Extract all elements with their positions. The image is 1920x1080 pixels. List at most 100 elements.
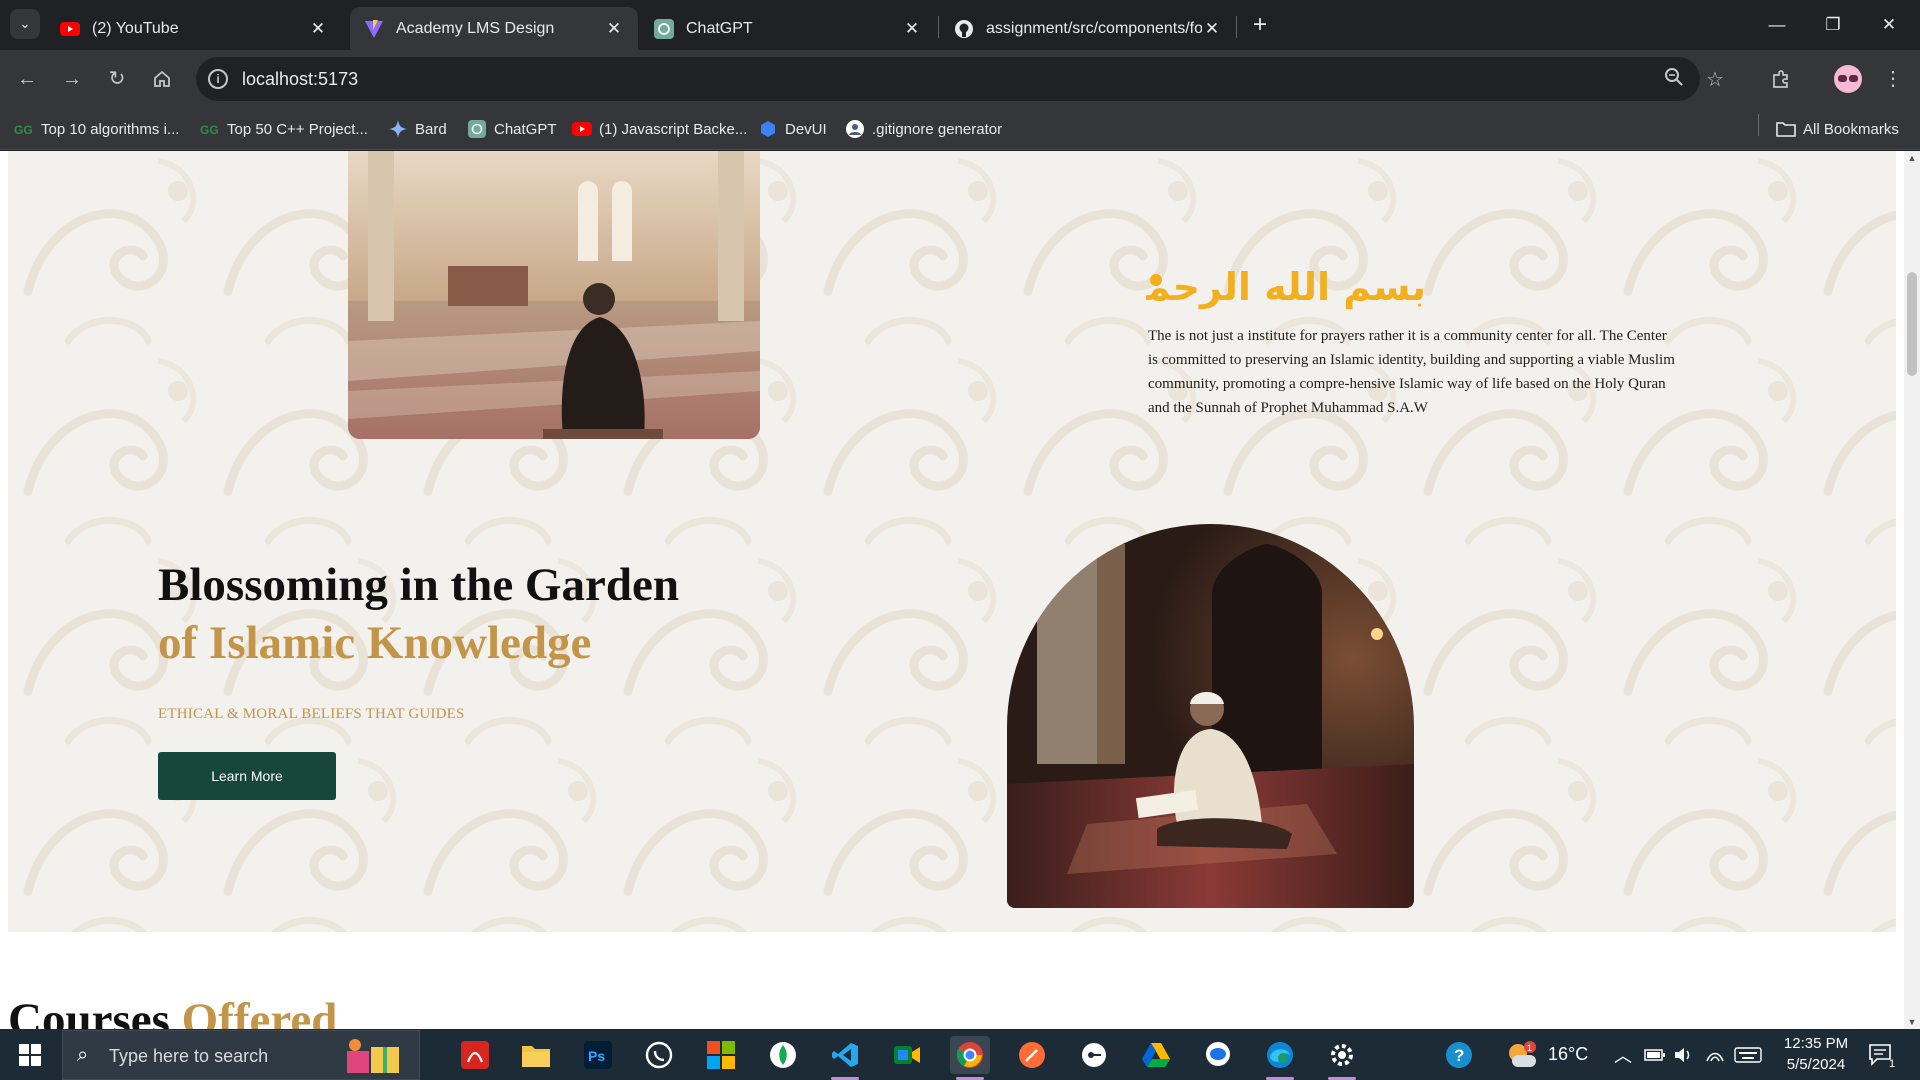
office-app-icon[interactable]	[701, 1036, 741, 1074]
svg-text:1: 1	[1527, 1043, 1532, 1053]
volume-icon[interactable]	[1673, 1029, 1695, 1080]
svg-text:GG: GG	[14, 123, 33, 135]
weather-temp: 16°C	[1548, 1044, 1589, 1064]
chrome-app-icon[interactable]	[950, 1036, 990, 1080]
tab-github[interactable]: assignment/src/components/fo ✕	[940, 7, 1236, 50]
bookmark-item[interactable]: Bard	[388, 117, 447, 141]
close-icon[interactable]: ✕	[1202, 19, 1222, 39]
youtube-icon	[60, 19, 80, 39]
battery-icon[interactable]	[1644, 1029, 1666, 1080]
keyboard-icon[interactable]	[1734, 1029, 1762, 1080]
weather-widget[interactable]: 1 16°C	[1506, 1029, 1588, 1080]
address-bar[interactable]: i localhost:5173 ☆	[196, 57, 1724, 101]
restore-button[interactable]: ❐	[1818, 10, 1848, 40]
tab-strip: ⌄ (2) YouTube ✕ Academy LMS Design ✕ Cha…	[0, 0, 1920, 50]
mosque-prayer-photo	[348, 151, 760, 439]
new-tab-button[interactable]: +	[1246, 11, 1274, 39]
tab-youtube[interactable]: (2) YouTube ✕	[46, 7, 342, 50]
floral-pattern-background	[8, 151, 1896, 932]
menu-kebab-icon[interactable]: ⋮	[1878, 64, 1908, 94]
zoom-icon[interactable]	[1664, 67, 1684, 93]
scroll-up-arrow-icon[interactable]: ▲	[1904, 151, 1920, 165]
all-bookmarks[interactable]: All Bookmarks	[1776, 117, 1899, 141]
svg-text:بسم الله الرحمن الرحيم: بسم الله الرحمن الرحيم	[1146, 265, 1426, 310]
bookmark-item[interactable]: .gitignore generator	[845, 117, 1002, 141]
page-viewport: بسم الله الرحمن الرحيم The is not just a…	[0, 151, 1920, 1029]
meet-app-icon[interactable]	[887, 1036, 927, 1074]
svg-text:1: 1	[1889, 1058, 1895, 1068]
hero-section: بسم الله الرحمن الرحيم The is not just a…	[8, 151, 1896, 932]
profile-avatar[interactable]	[1834, 65, 1862, 93]
settings-app-icon[interactable]	[1322, 1036, 1362, 1080]
bookmark-star-icon[interactable]: ☆	[1706, 67, 1724, 92]
messenger-app-icon[interactable]	[1198, 1036, 1238, 1074]
bookmark-item[interactable]: GG Top 10 algorithms i...	[14, 117, 179, 141]
bookmark-item[interactable]: GG Top 50 C++ Project...	[200, 117, 368, 141]
hero-title-line1: Blossoming in the Garden	[158, 559, 679, 611]
home-icon	[154, 70, 170, 87]
file-explorer-app-icon[interactable]	[516, 1036, 556, 1074]
google-drive-app-icon[interactable]	[1136, 1036, 1176, 1074]
arrow-right-icon: →	[62, 68, 82, 90]
extensions-icon[interactable]	[1766, 64, 1796, 94]
tab-divider	[938, 16, 939, 38]
whatsapp-app-icon[interactable]	[639, 1036, 679, 1074]
courses-heading: Courses Offered	[8, 994, 338, 1029]
tab-search-button[interactable]: ⌄	[10, 9, 40, 39]
help-icon[interactable]: ?	[1444, 1029, 1474, 1080]
postman-app-icon[interactable]	[1012, 1036, 1052, 1074]
nodejs-app-icon[interactable]	[1074, 1036, 1114, 1074]
bookmark-item[interactable]: ChatGPT	[467, 117, 557, 141]
gift-icon	[347, 1039, 399, 1073]
photoshop-app-icon[interactable]: Ps	[578, 1036, 618, 1074]
back-button[interactable]: ←	[12, 64, 42, 94]
github-icon	[954, 19, 974, 39]
reload-button[interactable]: ↻	[102, 64, 132, 94]
edge-app-icon[interactable]	[1260, 1036, 1300, 1080]
learn-more-button[interactable]: Learn More	[158, 752, 336, 800]
svg-text:Ps: Ps	[588, 1048, 605, 1064]
tab-title: assignment/src/components/fo	[986, 19, 1202, 37]
search-placeholder: Type here to search	[109, 1046, 269, 1066]
bookmark-item[interactable]: (1) Javascript Backe...	[572, 117, 747, 141]
tab-chatgpt[interactable]: ChatGPT ✕	[640, 7, 936, 50]
browser-toolbar: ← → ↻ i localhost:5173 ☆ ⋮	[0, 50, 1920, 108]
forward-button[interactable]: →	[57, 64, 87, 94]
gitignore-icon	[845, 120, 865, 138]
scroll-down-arrow-icon[interactable]: ▼	[1904, 1015, 1920, 1029]
tab-title: Academy LMS Design	[396, 19, 555, 37]
close-icon[interactable]: ✕	[604, 19, 624, 39]
acrobat-app-icon[interactable]	[455, 1036, 495, 1074]
hero-subtitle: ETHICAL & MORAL BELIEFS THAT GUIDES	[158, 706, 465, 722]
search-icon: ⌕	[77, 1044, 89, 1066]
close-icon[interactable]: ✕	[902, 19, 922, 39]
bookmarks-divider	[1758, 114, 1759, 136]
windows-start-button[interactable]	[6, 1035, 54, 1075]
chatgpt-icon	[467, 120, 487, 138]
minimize-button[interactable]: —	[1762, 10, 1792, 40]
bismillah-calligraphy: بسم الله الرحمن الرحيم	[976, 250, 1426, 320]
scrollbar-thumb[interactable]	[1907, 272, 1917, 376]
tab-divider	[1236, 16, 1237, 38]
mongodb-compass-app-icon[interactable]	[763, 1036, 803, 1074]
vscode-app-icon[interactable]	[825, 1036, 865, 1080]
youtube-icon	[572, 120, 592, 138]
chevron-down-icon: ⌄	[19, 16, 31, 31]
tab-academy-lms[interactable]: Academy LMS Design ✕	[350, 7, 638, 50]
gfg-icon: GG	[14, 120, 34, 138]
wifi-icon[interactable]	[1705, 1029, 1725, 1080]
bookmark-item[interactable]: DevUI	[758, 117, 827, 141]
taskbar-clock[interactable]: 12:35 PM 5/5/2024	[1770, 1033, 1862, 1075]
tab-title: ChatGPT	[686, 19, 753, 37]
quran-reading-photo	[1007, 524, 1414, 908]
site-info-icon[interactable]: i	[208, 69, 228, 89]
home-button[interactable]	[147, 64, 177, 94]
close-icon[interactable]: ✕	[308, 19, 328, 39]
tray-overflow-chevron-icon[interactable]: ︿	[1614, 1029, 1632, 1080]
hero-title: Blossoming in the Garden of Islamic Know…	[158, 556, 679, 672]
taskbar-search[interactable]: ⌕ Type here to search	[62, 1030, 420, 1080]
page-scrollbar[interactable]: ▲ ▼	[1904, 151, 1920, 1029]
window-close-button[interactable]: ✕	[1874, 10, 1904, 40]
url-text[interactable]: localhost:5173	[242, 69, 358, 90]
notification-center-icon[interactable]: 1	[1868, 1029, 1898, 1080]
